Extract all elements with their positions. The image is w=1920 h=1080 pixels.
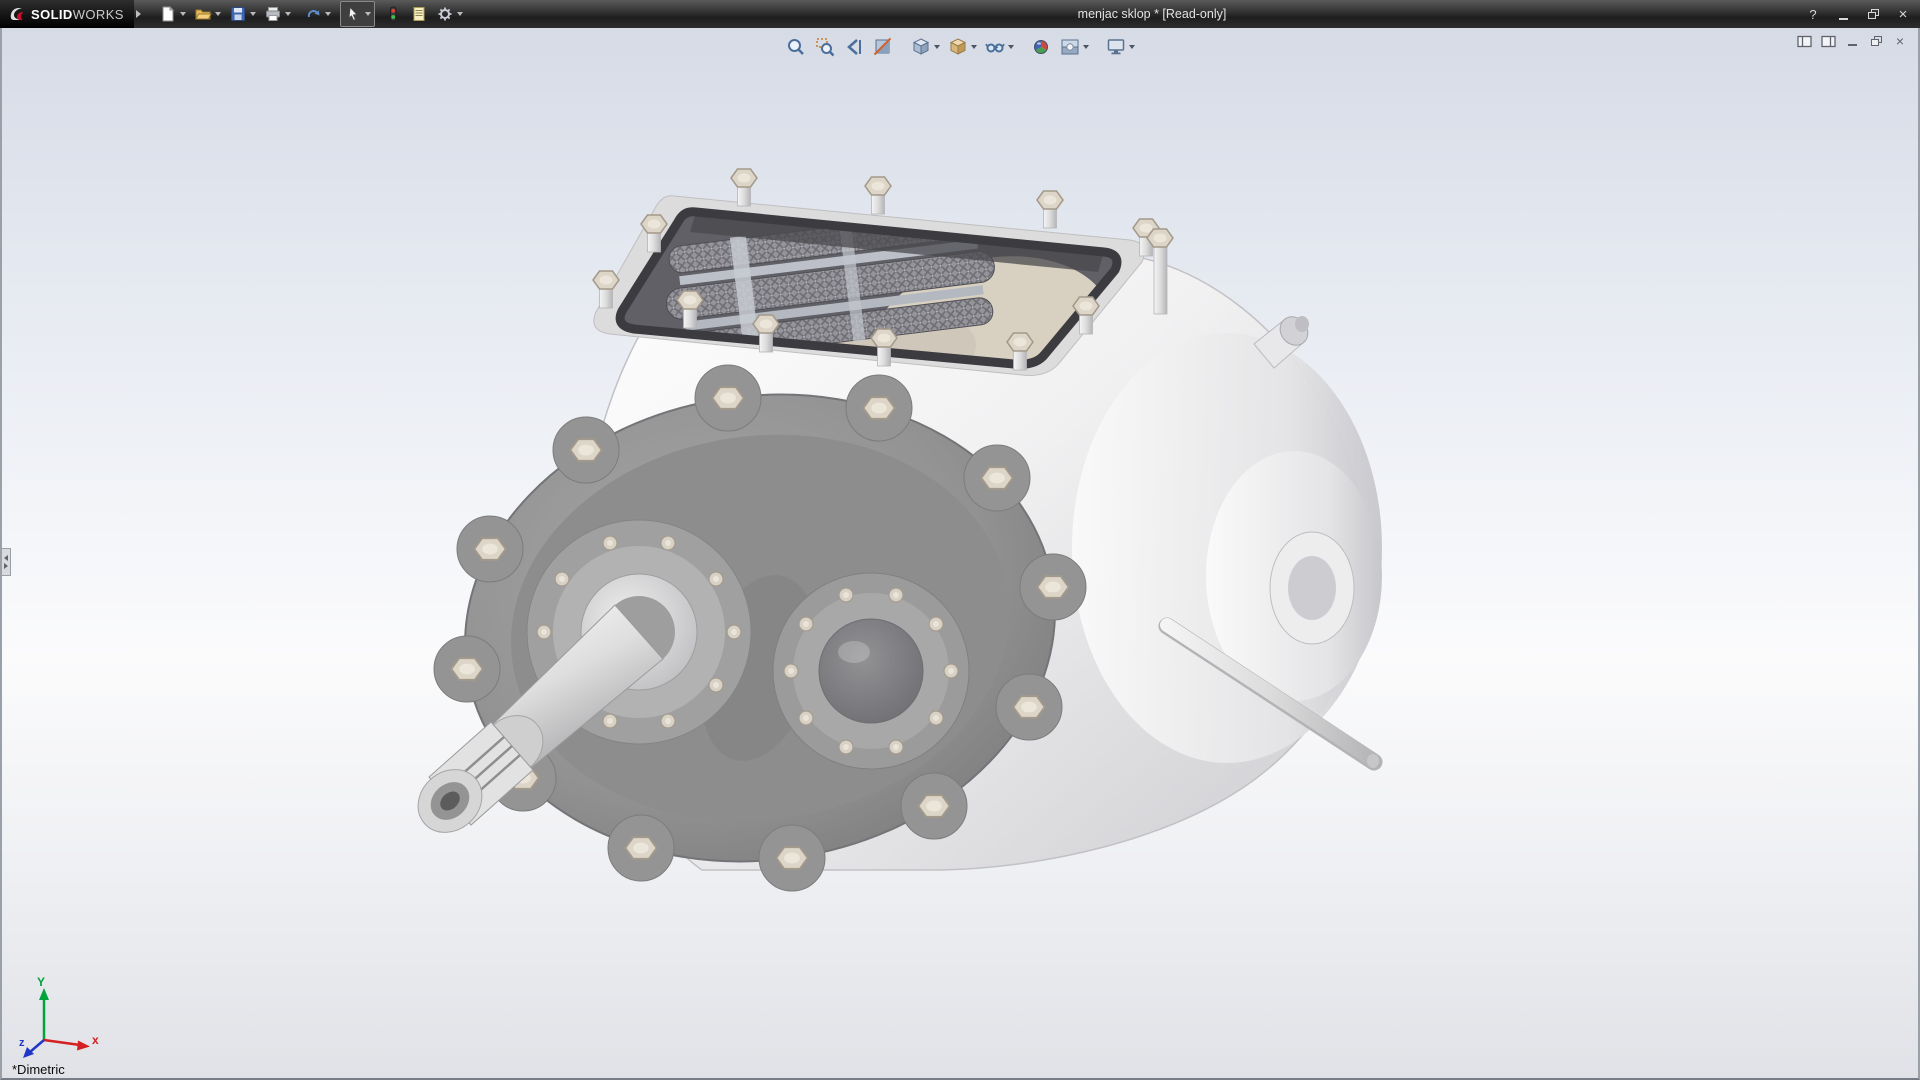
- undo-button[interactable]: [300, 1, 335, 27]
- triad-y-label: Y: [37, 975, 45, 989]
- open-folder-icon: [194, 5, 212, 23]
- section-view-button[interactable]: [869, 33, 897, 61]
- new-document-button[interactable]: [155, 1, 190, 27]
- rebuild-stoplight-icon: [384, 5, 402, 23]
- select-cursor-icon: [344, 5, 362, 23]
- section-view-icon: [872, 36, 894, 58]
- featuremanager-splitter-handle[interactable]: [2, 548, 11, 576]
- apply-scene-icon: [1059, 36, 1081, 58]
- previous-view-button[interactable]: [840, 33, 868, 61]
- doc-pane-toggle-right-button[interactable]: [1820, 34, 1836, 48]
- doc-close-button[interactable]: ×: [1892, 34, 1908, 48]
- print-button[interactable]: [260, 1, 295, 27]
- pane-left-icon: [1797, 35, 1812, 48]
- new-document-icon: [159, 5, 177, 23]
- doc-restore-icon: [1871, 36, 1882, 46]
- menu-expand-arrow[interactable]: [136, 10, 141, 18]
- solidworks-logo-icon: [8, 5, 26, 23]
- minimize-button[interactable]: [1834, 5, 1852, 23]
- graphics-area[interactable]: × Y x z *Dimetric: [0, 28, 1920, 1080]
- close-button[interactable]: ×: [1894, 5, 1912, 23]
- display-style-button[interactable]: [944, 33, 980, 61]
- options-gear-icon: [436, 5, 454, 23]
- view-settings-icon: [1105, 36, 1127, 58]
- document-window-controls: ×: [1796, 34, 1908, 48]
- rebuild-button[interactable]: [380, 1, 406, 27]
- zoom-to-area-button[interactable]: [811, 33, 839, 61]
- file-properties-icon: [410, 5, 428, 23]
- undo-icon: [304, 5, 322, 23]
- triad-x-label: x: [92, 1033, 99, 1047]
- edit-appearance-ball-icon: [1030, 36, 1052, 58]
- zoom-to-area-icon: [814, 36, 836, 58]
- splitter-right-arrow-icon: [4, 563, 8, 569]
- view-orientation-cube-icon: [910, 36, 932, 58]
- view-settings-button[interactable]: [1102, 33, 1138, 61]
- print-icon: [264, 5, 282, 23]
- logo-text: SOLIDWORKS: [31, 7, 124, 22]
- titlebar: SOLIDWORKS: [0, 0, 1920, 28]
- heads-up-toolbar: [782, 33, 1138, 61]
- splitter-left-arrow-icon: [4, 555, 8, 561]
- save-floppy-icon: [229, 5, 247, 23]
- bearing-cover-right[interactable]: [773, 573, 969, 769]
- doc-pane-toggle-left-button[interactable]: [1796, 34, 1812, 48]
- display-style-icon: [947, 36, 969, 58]
- zoom-to-fit-icon: [785, 36, 807, 58]
- hide-show-items-button[interactable]: [981, 33, 1017, 61]
- window-title: menjac sklop * [Read-only]: [768, 7, 1536, 21]
- doc-restore-button[interactable]: [1868, 34, 1884, 48]
- solidworks-logo: SOLIDWORKS: [0, 0, 134, 28]
- previous-view-icon: [843, 36, 865, 58]
- open-button[interactable]: [190, 1, 225, 27]
- solidworks-window: SOLIDWORKS: [0, 0, 1920, 1080]
- edit-appearance-button[interactable]: [1027, 33, 1055, 61]
- file-properties-button[interactable]: [406, 1, 432, 27]
- view-orientation-button[interactable]: [907, 33, 943, 61]
- triad-z-label: z: [19, 1037, 25, 1049]
- pane-right-icon: [1821, 35, 1836, 48]
- options-button[interactable]: [432, 1, 467, 27]
- hide-show-glasses-icon: [984, 36, 1006, 58]
- orientation-triad: Y x z: [18, 974, 108, 1060]
- main-toolbar: [155, 1, 467, 27]
- zoom-to-fit-button[interactable]: [782, 33, 810, 61]
- window-controls: ? ×: [1804, 0, 1912, 28]
- select-tool-button[interactable]: [340, 1, 375, 27]
- help-button[interactable]: ?: [1804, 5, 1822, 23]
- restore-button[interactable]: [1864, 5, 1882, 23]
- model-canvas[interactable]: [2, 28, 1918, 1078]
- minimize-icon: [1839, 18, 1848, 20]
- apply-scene-button[interactable]: [1056, 33, 1092, 61]
- doc-minimize-icon: [1848, 44, 1857, 46]
- save-button[interactable]: [225, 1, 260, 27]
- restore-icon: [1868, 9, 1879, 19]
- doc-minimize-button[interactable]: [1844, 34, 1860, 48]
- view-orientation-label: *Dimetric: [12, 1062, 65, 1077]
